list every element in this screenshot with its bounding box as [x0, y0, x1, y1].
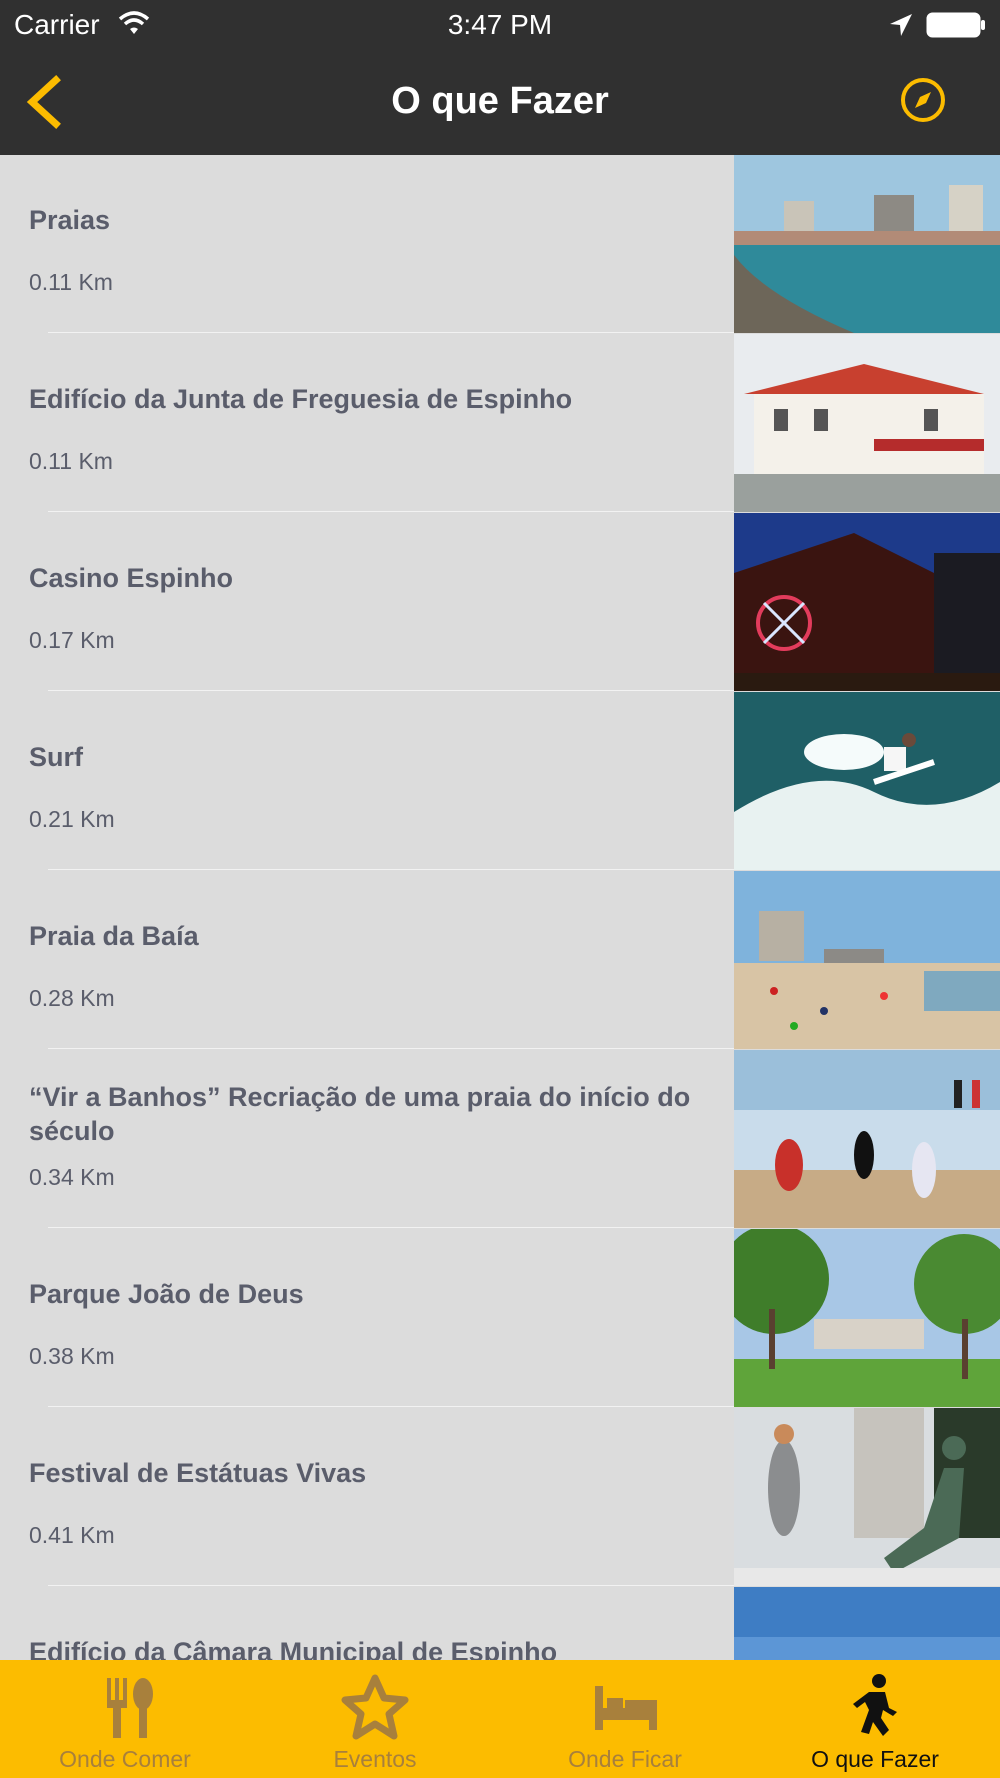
row-separator	[48, 1048, 734, 1049]
list-item[interactable]: Edifício da Câmara Municipal de Espinho	[0, 1587, 1000, 1660]
item-name: Festival de Estátuas Vivas	[29, 1458, 367, 1488]
list-item[interactable]: Casino Espinho 0.17 Km	[0, 513, 1000, 691]
list-item[interactable]: “Vir a Banhos” Recriação de uma praia do…	[0, 1050, 1000, 1228]
item-name: Casino Espinho	[29, 563, 234, 593]
list-item[interactable]: Edifício da Junta de Freguesia de Espinh…	[0, 334, 1000, 512]
row-separator	[48, 1227, 734, 1228]
list-item[interactable]: Praias 0.11 Km	[0, 155, 1000, 333]
list-item[interactable]: Festival de Estátuas Vivas 0.41 Km	[0, 1408, 1000, 1586]
item-name: “Vir a Banhos” Recriação de uma praia do…	[29, 1082, 691, 1146]
living-statue-photo	[734, 1408, 1000, 1586]
item-name: Surf	[29, 742, 83, 772]
list-item[interactable]: Praia da Baía 0.28 Km	[0, 871, 1000, 1049]
bed-icon	[595, 1686, 657, 1730]
tab-o-que-fazer[interactable]: O que Fazer	[750, 1660, 1000, 1778]
item-distance: 0.11 Km	[29, 448, 113, 474]
surfer-wave-photo	[734, 692, 1000, 870]
item-name: Praia da Baía	[29, 921, 199, 951]
item-distance: 0.38 Km	[29, 1343, 115, 1369]
tab-eventos[interactable]: Eventos	[250, 1660, 500, 1778]
crowded-beach-photo	[734, 871, 1000, 1049]
list-item[interactable]: Parque João de Deus 0.38 Km	[0, 1229, 1000, 1407]
row-separator	[48, 511, 734, 512]
status-bar: Carrier 3:47 PM	[0, 0, 1000, 50]
item-name: Parque João de Deus	[29, 1279, 304, 1309]
attractions-list: Praias 0.11 Km Edifício da Junta de Freg…	[0, 155, 1000, 1660]
item-distance: 0.41 Km	[29, 1522, 115, 1548]
tab-label: Onde Ficar	[568, 1746, 682, 1772]
page-title: O que Fazer	[391, 80, 609, 122]
item-distance: 0.34 Km	[29, 1164, 115, 1190]
white-building-red-roof-photo	[734, 334, 1000, 512]
tab-bar: Onde Comer Eventos Onde Ficar O que Faze…	[0, 1660, 1000, 1778]
status-time: 3:47 PM	[447, 9, 553, 40]
walking-person-icon	[853, 1674, 897, 1736]
top-bar: Carrier 3:47 PM O que Fazer	[0, 0, 1000, 155]
row-separator	[48, 332, 734, 333]
tab-onde-ficar[interactable]: Onde Ficar	[500, 1660, 750, 1778]
tab-label: Eventos	[333, 1746, 417, 1772]
list-item[interactable]: Surf 0.21 Km	[0, 692, 1000, 870]
row-separator	[48, 1406, 734, 1407]
item-name: Edifício da Câmara Municipal de Espinho	[29, 1637, 558, 1660]
item-distance: 0.28 Km	[29, 985, 115, 1011]
location-arrow-icon	[890, 14, 912, 36]
tab-label: O que Fazer	[811, 1746, 939, 1772]
item-name: Edifício da Junta de Freguesia de Espinh…	[29, 384, 573, 414]
item-name: Praias	[29, 205, 111, 235]
item-distance: 0.17 Km	[29, 627, 115, 653]
row-separator	[48, 869, 734, 870]
tab-label: Onde Comer	[59, 1746, 191, 1772]
star-icon	[341, 1674, 409, 1740]
compass-icon[interactable]	[898, 75, 948, 125]
battery-icon	[926, 12, 985, 38]
row-separator	[48, 690, 734, 691]
row-separator	[48, 1585, 734, 1586]
harbor-beach-photo	[734, 155, 1000, 333]
tab-onde-comer[interactable]: Onde Comer	[0, 1660, 250, 1778]
people-shore-photo	[734, 1050, 1000, 1228]
item-distance: 0.21 Km	[29, 806, 115, 832]
park-trees-photo	[734, 1229, 1000, 1407]
fork-spoon-icon	[107, 1678, 153, 1738]
item-distance: 0.11 Km	[29, 269, 113, 295]
navigation-bar: O que Fazer	[0, 50, 1000, 155]
casino-night-photo	[734, 513, 1000, 691]
sky-photo	[734, 1587, 1000, 1660]
